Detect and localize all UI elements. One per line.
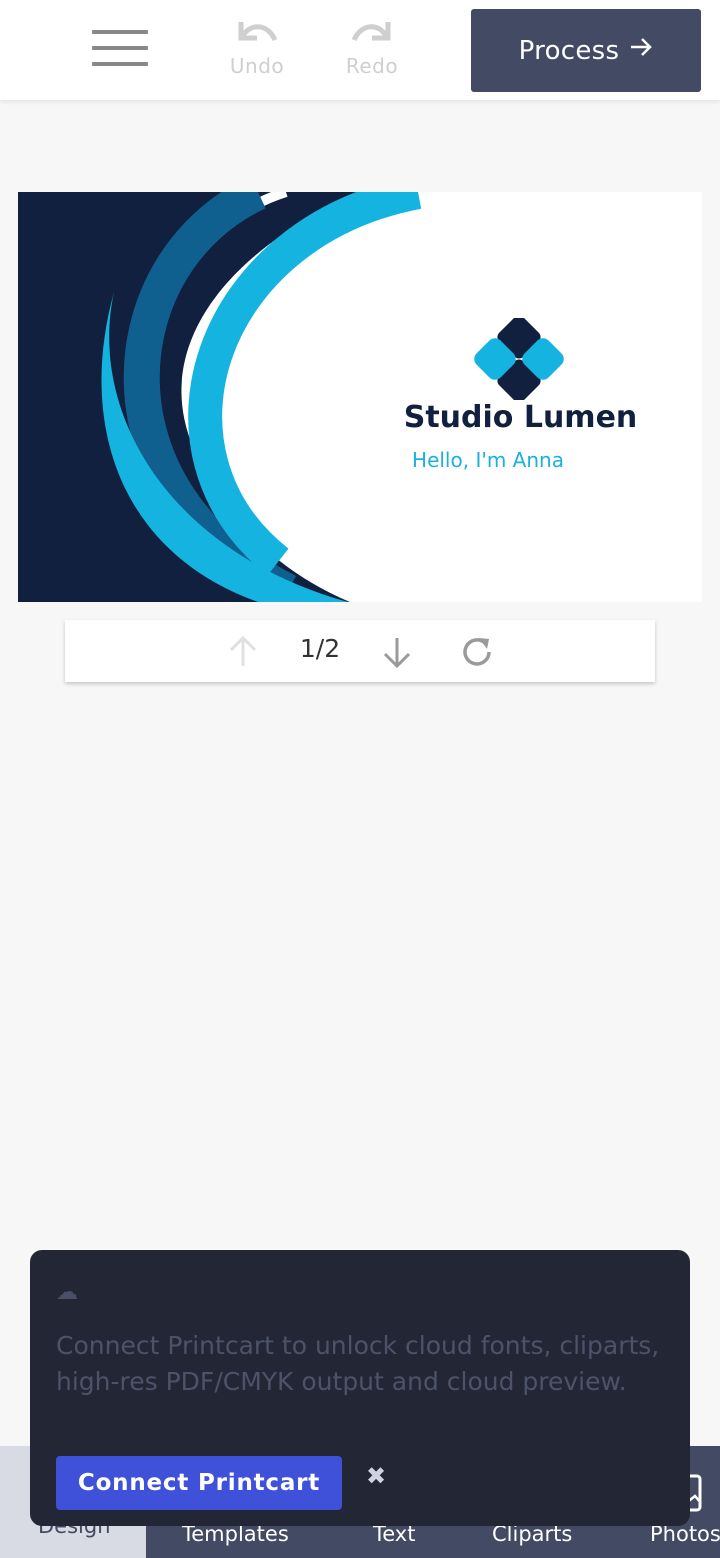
studio-logo-icon [472,315,566,404]
cloud-icon: ☁ [56,1280,78,1305]
page-up-arrow-icon[interactable] [223,632,263,672]
page-down-arrow-icon[interactable] [377,632,417,672]
redo-icon [332,18,412,52]
connect-printcart-button[interactable]: Connect Printcart [56,1456,342,1510]
menu-icon[interactable] [90,28,150,70]
undo-icon [217,18,297,52]
undo-label: Undo [229,54,285,78]
redo-button[interactable]: Redo [332,18,412,88]
redo-label: Redo [345,54,399,78]
process-label: Process [518,35,620,66]
arrow-right-icon [629,35,653,66]
undo-button[interactable]: Undo [217,18,297,88]
toast-message: Connect Printcart to unlock cloud fonts,… [56,1331,660,1396]
company-name-text[interactable]: Studio Lumen [388,400,653,435]
process-button[interactable]: Process [471,9,701,92]
connect-toast: ☁ Connect Printcart to unlock cloud font… [30,1250,690,1526]
page-indicator: 1/2 [299,634,341,663]
top-toolbar: Undo Redo Process [0,0,720,100]
greeting-text[interactable]: Hello, I'm Anna [388,448,588,472]
close-icon[interactable]: ✖ [366,1462,386,1490]
design-canvas[interactable]: Studio Lumen Hello, I'm Anna [18,192,702,602]
card-wave-graphic [18,192,434,602]
page-navigator: 1/2 [65,620,655,682]
refresh-icon[interactable] [457,632,497,672]
